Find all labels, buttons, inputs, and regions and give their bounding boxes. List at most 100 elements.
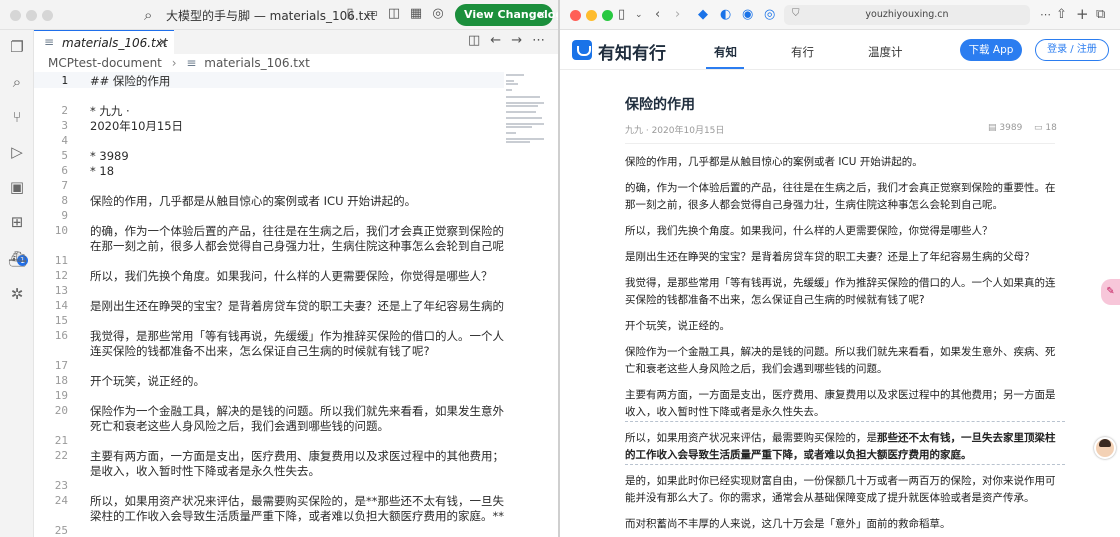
chevron-down-icon[interactable]: ⌄ bbox=[635, 7, 643, 23]
close-icon[interactable]: × bbox=[537, 4, 546, 26]
reader-icon[interactable]: ◐ bbox=[720, 7, 731, 23]
code-line[interactable]: 我觉得，是那些常用「等有钱再说，先缓缓」作为推辞买保险的借口的人。一个人如果真的 bbox=[90, 328, 504, 344]
more-actions-icon[interactable]: ⋯ bbox=[532, 33, 545, 48]
line-number: 5 bbox=[61, 149, 68, 162]
source-control-icon[interactable]: ⑂ bbox=[8, 108, 26, 126]
minimap-line bbox=[506, 105, 538, 107]
floating-assistant-icon[interactable]: ✎ bbox=[1101, 279, 1120, 305]
code-line[interactable]: * 3989 bbox=[90, 148, 500, 164]
code-line[interactable]: 所以，如果用资产状况来评估，最需要购买保险的，是**那些还不太有钱，一旦失去家里… bbox=[90, 493, 504, 509]
docker-icon[interactable]: ⛴ bbox=[8, 250, 27, 268]
line-number: 16 bbox=[54, 329, 68, 342]
login-register-button[interactable]: 登录 / 注册 bbox=[1035, 39, 1109, 61]
run-debug-icon[interactable]: ▷ bbox=[8, 143, 26, 161]
code-line[interactable]: 连买保险的钱都准备不出来，怎么保证自己生病的时候就有钱了呢? bbox=[90, 343, 500, 359]
nav-thermometer[interactable]: 温度计 bbox=[868, 44, 903, 60]
zoom-window-button[interactable] bbox=[42, 10, 53, 21]
code-line[interactable]: 保险作为一个金融工具，解决的是钱的问题。所以我们就先来看看，如果发生意外、疾病、 bbox=[90, 403, 504, 419]
new-tab-icon[interactable]: + bbox=[1076, 6, 1089, 22]
tab-overview-icon[interactable]: ⧉ bbox=[1096, 7, 1105, 23]
line-number: 23 bbox=[54, 479, 68, 492]
line-number: 8 bbox=[61, 194, 68, 207]
minimize-window-button[interactable] bbox=[586, 10, 597, 21]
browser-toolbar: ▯ ⌄ ‹ › ◆ ◐ ◉ ◎ ⛉ youzhiyouxing.cn ⋯ ⇧ +… bbox=[560, 0, 1120, 30]
minimap-line bbox=[506, 141, 530, 143]
comments-count[interactable]: ▭ 18 bbox=[1034, 123, 1057, 133]
code-line[interactable]: 是刚出生还在睁哭的宝宝？是背着房贷车贷的职工夫妻？还是上了年纪容易生病的父母？ bbox=[90, 298, 504, 314]
code-area[interactable]: 1 ## 保险的作用 2 * 九九 · 3 2020年10月15日 4 5 * 3989 6 * … bbox=[34, 72, 504, 537]
code-line[interactable]: 的确，作为一个体验后置的产品，往往是在生病之后，我们才会真正觉察到保险的重要性。 bbox=[90, 223, 504, 239]
breadcrumb-file[interactable]: materials_106.txt bbox=[204, 56, 310, 70]
address-bar[interactable]: ⛉ youzhiyouxing.cn bbox=[784, 5, 1030, 25]
article-title: 保险的作用 bbox=[625, 97, 695, 113]
line-number: 12 bbox=[54, 269, 68, 282]
code-line[interactable]: 开个玩笑，说正经的。 bbox=[90, 373, 500, 389]
code-line[interactable]: 梁柱的工作收入会导致生活质量严重下降，或者难以负担大额医疗费用的家庭。** bbox=[90, 508, 504, 524]
toggle-secondary-sidebar-icon[interactable]: ◫ bbox=[386, 6, 402, 22]
nav-youzhi[interactable]: 有知 bbox=[714, 44, 737, 60]
view-changelog-button[interactable]: View Changelog × bbox=[455, 4, 558, 26]
close-window-button[interactable] bbox=[10, 10, 21, 21]
code-line[interactable]: 2020年10月15日 bbox=[90, 118, 500, 134]
go-forward-icon[interactable]: → bbox=[511, 33, 522, 48]
article-paragraph: 我觉得，是那些常用「等有钱再说，先缓缓」作为推辞买保险的借口的人。一个人如果真的… bbox=[625, 277, 1056, 306]
extensions-icon[interactable]: ⊞ bbox=[8, 213, 26, 231]
tools-icon[interactable]: ✲ bbox=[8, 285, 26, 303]
code-line[interactable]: 所以，我们先换个角度。如果我问，什么样的人更需要保险，你觉得是哪些人？ bbox=[90, 268, 500, 284]
page-menu-icon[interactable]: ⋯ bbox=[1040, 7, 1051, 23]
line-number: 15 bbox=[54, 314, 68, 327]
toggle-sidebar-icon[interactable]: ▯ bbox=[342, 6, 358, 22]
code-line[interactable]: 死亡和衰老这些人身风险之后，我们会遇到哪些钱的问题。 bbox=[90, 418, 500, 434]
site-logo-text[interactable]: 有知有行 bbox=[598, 39, 666, 64]
code-line[interactable]: * 九九 · bbox=[90, 103, 500, 119]
line-number: 20 bbox=[54, 404, 68, 417]
remote-explorer-icon[interactable]: ▣ bbox=[8, 178, 26, 196]
line-number: 1 bbox=[61, 74, 68, 87]
minimize-window-button[interactable] bbox=[26, 10, 37, 21]
close-icon[interactable]: × bbox=[158, 35, 168, 49]
copilot-icon[interactable]: ◎ bbox=[430, 6, 446, 22]
minimap-line bbox=[506, 138, 544, 140]
breadcrumb-folder[interactable]: MCPtest-document bbox=[48, 56, 162, 70]
layout-icon[interactable]: ▦ bbox=[408, 6, 424, 22]
download-app-button[interactable]: 下载 App bbox=[960, 39, 1022, 61]
code-line[interactable]: 主要有两方面，一方面是支出，医疗费用、康复费用以及求医过程中的其他费用；另一方面 bbox=[90, 448, 504, 464]
paragraph-text: 所以，如果用资产状况来评估，最需要购买保险的，是 bbox=[625, 432, 877, 444]
go-back-icon[interactable]: ← bbox=[490, 33, 501, 48]
nav-youxing[interactable]: 有行 bbox=[791, 44, 814, 60]
code-line[interactable]: 在那一刻之前，很多人都会觉得自己身强力壮，生病住院这种事怎么会轮到自己呢。 bbox=[90, 238, 504, 254]
extension-icon[interactable]: ◉ bbox=[742, 7, 753, 23]
editor-titlebar: ⌕ 大模型的手与脚 — materials_106.txt ▯ ▭ ◫ ▦ ◎ … bbox=[0, 0, 558, 30]
site-logo-icon[interactable] bbox=[572, 40, 592, 60]
code-line[interactable]: * 18 bbox=[90, 163, 500, 179]
views-value: 3989 bbox=[999, 123, 1023, 133]
minimap[interactable] bbox=[506, 72, 546, 152]
line-number: 10 bbox=[54, 224, 68, 237]
explorer-icon[interactable]: ❐ bbox=[8, 38, 26, 56]
line-number: 21 bbox=[54, 434, 68, 447]
share-icon[interactable]: ⇧ bbox=[1056, 7, 1067, 23]
close-window-button[interactable] bbox=[570, 10, 581, 21]
file-lines-icon: ≡ bbox=[186, 56, 197, 70]
search-icon[interactable]: ⌕ bbox=[8, 73, 26, 91]
views-icon: ▤ bbox=[988, 123, 997, 133]
tab-materials-106[interactable]: ≡ materials_106.txt × bbox=[34, 30, 174, 54]
zoom-window-button[interactable] bbox=[602, 10, 613, 21]
article-paragraph: 开个玩笑，说正经的。 bbox=[625, 320, 730, 332]
sidebar-icon[interactable]: ▯ bbox=[618, 7, 625, 23]
floating-avatar-icon[interactable] bbox=[1094, 437, 1116, 459]
bookmark-icon[interactable]: ◆ bbox=[698, 7, 708, 23]
code-line[interactable]: ## 保险的作用 bbox=[90, 73, 500, 89]
editor-tab-bar: ≡ materials_106.txt × ◫ ← → ⋯ bbox=[34, 30, 558, 54]
camera-icon[interactable]: ◎ bbox=[764, 7, 775, 23]
line-number: 7 bbox=[61, 179, 68, 192]
minimap-line bbox=[506, 89, 512, 91]
forward-icon[interactable]: › bbox=[675, 7, 680, 23]
search-icon[interactable]: ⌕ bbox=[144, 6, 152, 24]
activity-bar: ❐ ⌕ ⑂ ▷ ▣ ⊞ 1 ⛴ ✲ bbox=[0, 30, 34, 537]
split-editor-icon[interactable]: ◫ bbox=[468, 33, 480, 48]
code-line[interactable]: 是收入，收入暂时性下降或者是永久性失去。 bbox=[90, 463, 500, 479]
toggle-panel-icon[interactable]: ▭ bbox=[364, 6, 380, 22]
back-icon[interactable]: ‹ bbox=[655, 7, 660, 23]
code-line[interactable]: 保险的作用，几乎都是从触目惊心的案例或者 ICU 开始讲起的。 bbox=[90, 193, 500, 209]
